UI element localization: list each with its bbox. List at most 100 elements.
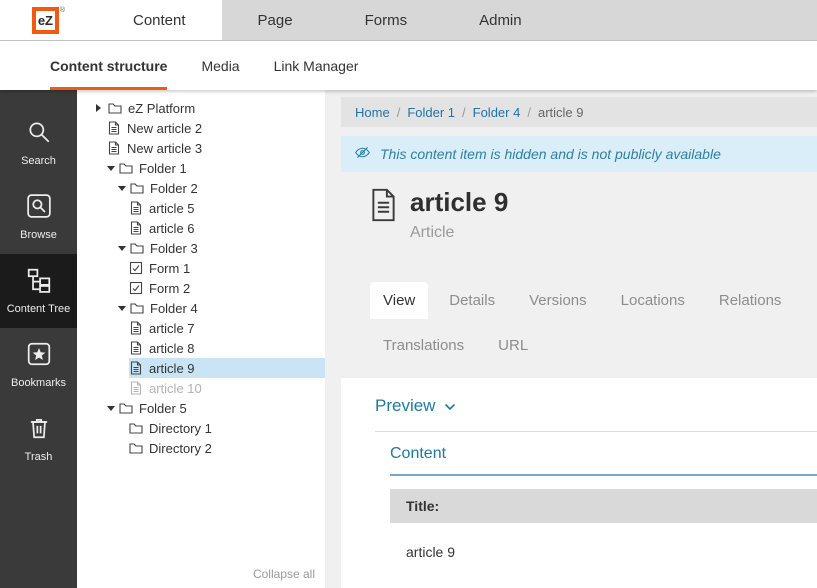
content-tab-url[interactable]: URL — [485, 327, 541, 364]
tree-item-folder-3[interactable]: Folder 3 — [77, 238, 325, 258]
sidebar-item-trash[interactable]: Trash — [0, 402, 77, 476]
sidebar-item-browse[interactable]: Browse — [0, 180, 77, 254]
tab-admin-label: Admin — [479, 12, 522, 29]
content-tab-versions[interactable]: Versions — [516, 282, 600, 319]
tree-item-label: article 10 — [149, 381, 202, 396]
tree-item-article-7[interactable]: article 7 — [77, 318, 325, 338]
breadcrumb-separator: / — [527, 105, 531, 120]
content-section-heading: Content — [390, 445, 817, 476]
field-title-header: Title: — [390, 489, 817, 523]
subnav-tab-link-manager-label: Link Manager — [274, 58, 359, 74]
subnav-tab-content-structure-label: Content structure — [50, 58, 167, 74]
ez-logo-text: eZ — [38, 13, 53, 28]
tree-item-label: Folder 2 — [150, 181, 198, 196]
article-type-icon — [370, 188, 397, 242]
article-icon — [129, 341, 143, 355]
body-row: Search Browse Content Tree Bookmarks Tra… — [0, 90, 817, 588]
tree-item-ez-platform[interactable]: eZ Platform — [77, 98, 325, 118]
content-tab-translations[interactable]: Translations — [370, 327, 477, 364]
tree-item-form-2[interactable]: Form 2 — [77, 278, 325, 298]
sidebar-item-content-tree[interactable]: Content Tree — [0, 254, 77, 328]
tree-item-new-article-3[interactable]: New article 3 — [77, 138, 325, 158]
ez-logo-registered-mark: ® — [60, 7, 65, 14]
tree-item-label: eZ Platform — [128, 101, 195, 116]
breadcrumb-link-home[interactable]: Home — [355, 105, 390, 120]
tree-item-folder-2[interactable]: Folder 2 — [77, 178, 325, 198]
tree-item-article-9-selected[interactable]: article 9 — [77, 358, 325, 378]
tree-item-label: Form 1 — [149, 261, 190, 276]
folder-icon — [119, 401, 133, 415]
folder-icon — [130, 181, 144, 195]
hidden-content-alert: This content item is hidden and is not p… — [341, 136, 817, 172]
caret-right-icon[interactable] — [96, 104, 108, 112]
content-header-text: article 9 Article — [410, 188, 508, 242]
preview-toggle[interactable]: Preview — [375, 396, 817, 416]
tab-content-label: Content — [133, 12, 186, 29]
tab-forms-label: Forms — [365, 12, 408, 29]
content-tab-details[interactable]: Details — [436, 282, 508, 319]
tree-item-directory-1[interactable]: Directory 1 — [77, 418, 325, 438]
tree-item-label: article 7 — [149, 321, 195, 336]
sidebar-item-search[interactable]: Search — [0, 106, 77, 180]
caret-down-icon[interactable] — [107, 406, 119, 411]
tab-forms[interactable]: Forms — [329, 0, 444, 40]
tree-item-article-10-hidden[interactable]: article 10 — [77, 378, 325, 398]
tree-item-label: Directory 1 — [149, 421, 212, 436]
chevron-down-icon — [444, 396, 456, 416]
article-icon — [129, 221, 143, 235]
content-tab-locations[interactable]: Locations — [608, 282, 698, 319]
tab-content[interactable]: Content — [97, 0, 222, 40]
tree-item-article-8[interactable]: article 8 — [77, 338, 325, 358]
tree-item-label: Form 2 — [149, 281, 190, 296]
field-table: Title: article 9 — [390, 489, 817, 581]
tree-item-label: article 8 — [149, 341, 195, 356]
tree-item-article-6[interactable]: article 6 — [77, 218, 325, 238]
folder-icon — [129, 421, 143, 435]
breadcrumb: Home / Folder 1 / Folder 4 / article 9 — [341, 97, 817, 127]
sidebar-item-trash-label: Trash — [25, 451, 53, 463]
caret-down-icon[interactable] — [118, 186, 130, 191]
tree-item-form-1[interactable]: Form 1 — [77, 258, 325, 278]
breadcrumb-link-folder-1[interactable]: Folder 1 — [407, 105, 455, 120]
tab-page[interactable]: Page — [222, 0, 329, 40]
caret-down-icon[interactable] — [107, 166, 119, 171]
form-icon — [129, 261, 143, 275]
content-tab-view[interactable]: View — [370, 282, 428, 319]
tree-item-label: Folder 3 — [150, 241, 198, 256]
subnav-tab-link-manager[interactable]: Link Manager — [274, 41, 359, 90]
tree-item-folder-4[interactable]: Folder 4 — [77, 298, 325, 318]
tree-item-label: Directory 2 — [149, 441, 212, 456]
subnav-tab-content-structure[interactable]: Content structure — [50, 41, 167, 90]
tree-item-directory-2[interactable]: Directory 2 — [77, 438, 325, 458]
view-panel: Preview Content Title: article 9 — [341, 378, 817, 588]
article-icon — [129, 201, 143, 215]
tree-item-label: article 5 — [149, 201, 195, 216]
tab-page-label: Page — [258, 12, 293, 29]
caret-down-icon[interactable] — [118, 246, 130, 251]
tree-item-label: Folder 5 — [139, 401, 187, 416]
breadcrumb-link-folder-4[interactable]: Folder 4 — [473, 105, 521, 120]
sidebar-item-content-tree-label: Content Tree — [7, 303, 71, 315]
tree-item-folder-1[interactable]: Folder 1 — [77, 158, 325, 178]
tree-item-label: New article 3 — [127, 141, 202, 156]
ez-logo[interactable]: eZ ® — [0, 0, 97, 40]
sub-navigation: Content structure Media Link Manager — [0, 41, 817, 90]
sidebar-item-bookmarks-label: Bookmarks — [11, 377, 66, 389]
main-content: Home / Folder 1 / Folder 4 / article 9 T… — [325, 90, 817, 588]
hidden-content-alert-text: This content item is hidden and is not p… — [380, 146, 721, 162]
tree-item-new-article-2[interactable]: New article 2 — [77, 118, 325, 138]
tree-item-article-5[interactable]: article 5 — [77, 198, 325, 218]
sidebar-item-bookmarks[interactable]: Bookmarks — [0, 328, 77, 402]
article-icon — [129, 361, 143, 375]
folder-icon — [130, 241, 144, 255]
tree-item-folder-5[interactable]: Folder 5 — [77, 398, 325, 418]
content-tab-relations[interactable]: Relations — [706, 282, 795, 319]
subnav-tab-media[interactable]: Media — [201, 41, 239, 90]
top-bar: eZ ® Content Page Forms Admin — [0, 0, 817, 41]
browse-icon — [26, 193, 52, 222]
collapse-all-button[interactable]: Collapse all — [253, 567, 315, 581]
caret-down-icon[interactable] — [118, 306, 130, 311]
folder-icon — [130, 301, 144, 315]
sidebar-item-browse-label: Browse — [20, 229, 57, 241]
tab-admin[interactable]: Admin — [443, 0, 558, 40]
